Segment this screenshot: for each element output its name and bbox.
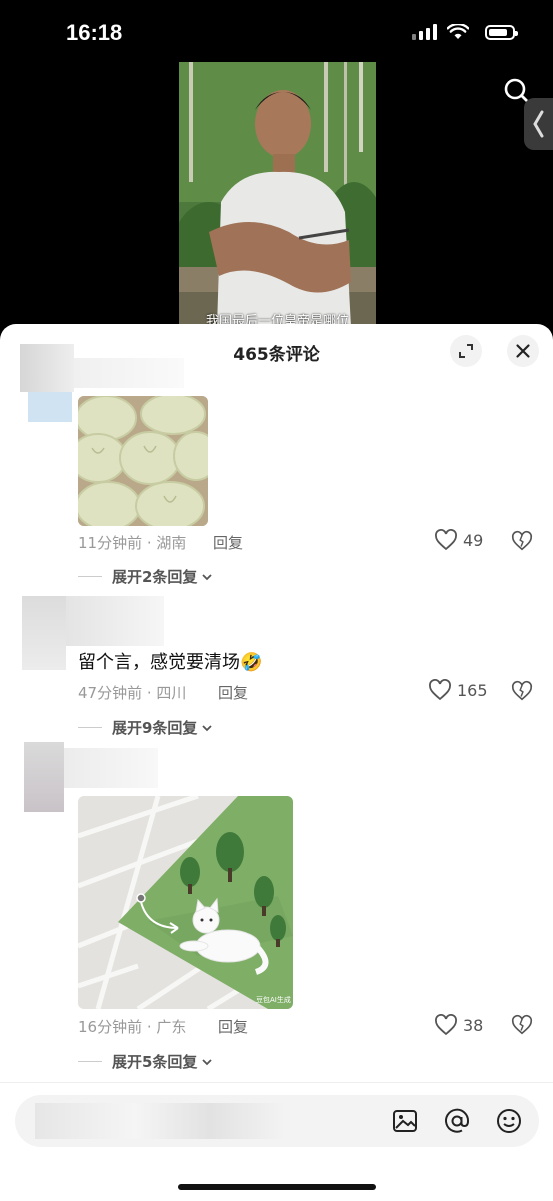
chevron-left-icon [533, 110, 544, 138]
close-icon [516, 344, 530, 358]
map-cat-illustration: 豆包AI生成 [78, 796, 293, 1009]
comment-time-location: 11分钟前 · 湖南 [78, 534, 187, 552]
mention-icon[interactable] [442, 1106, 472, 1136]
comment-time-location: 47分钟前 · 四川 [78, 684, 187, 702]
commenter-badge [28, 392, 72, 422]
expand-icon [459, 344, 473, 358]
expand-replies-label: 展开9条回复 [112, 719, 198, 737]
status-time: 16:18 [66, 20, 123, 45]
reply-button[interactable]: 回复 [213, 532, 243, 553]
status-bar: 16:18 [0, 0, 553, 64]
like-button[interactable]: 38 [434, 1014, 483, 1036]
commenter-name[interactable] [74, 358, 184, 388]
close-button[interactable] [507, 335, 539, 367]
laughing-emoji: 🤣 [240, 652, 263, 673]
reply-button[interactable]: 回复 [218, 682, 248, 703]
chevron-down-icon [202, 573, 213, 580]
video-frame-image [179, 62, 376, 327]
blurred-input-text [35, 1103, 285, 1139]
home-indicator [178, 1184, 376, 1190]
commenter-avatar[interactable] [24, 742, 64, 812]
wifi-icon [447, 24, 469, 39]
expand-replies-label: 展开5条回复 [112, 1053, 198, 1071]
broken-heart-icon[interactable] [511, 1014, 533, 1036]
comment-image[interactable]: 豆包AI生成 [78, 796, 293, 1009]
broken-heart-icon[interactable] [511, 680, 533, 702]
commenter-name[interactable] [64, 748, 158, 788]
steamed-buns-image [78, 396, 208, 526]
like-count: 165 [457, 680, 488, 700]
reply-button[interactable]: 回复 [218, 1016, 248, 1037]
comment-image[interactable] [78, 396, 208, 526]
comment-text: 留个言，感觉要清场🤣 [78, 648, 262, 674]
ai-generated-watermark: 豆包AI生成 [256, 995, 291, 1004]
status-icons [412, 24, 518, 40]
comment-time-location: 16分钟前 · 广东 [78, 1018, 187, 1036]
cellular-signal-icon [412, 24, 437, 40]
expand-replies-button[interactable]: 展开9条回复 [78, 717, 214, 738]
expand-sheet-button[interactable] [450, 335, 482, 367]
like-count: 38 [463, 1015, 484, 1035]
chevron-down-icon [202, 1058, 213, 1065]
video-player[interactable]: 我国最后一位皇帝是哪位 [179, 62, 376, 327]
expand-replies-button[interactable]: 展开5条回复 [78, 1051, 214, 1072]
heart-icon [435, 1014, 457, 1036]
emoji-icon[interactable] [494, 1106, 524, 1136]
commenter-avatar[interactable] [20, 344, 74, 392]
expand-replies-button[interactable]: 展开2条回复 [78, 566, 214, 587]
broken-heart-icon[interactable] [511, 530, 533, 552]
like-button[interactable]: 165 [428, 679, 488, 701]
expand-replies-label: 展开2条回复 [112, 568, 198, 586]
chevron-down-icon [202, 724, 213, 731]
heart-icon [429, 679, 451, 701]
battery-icon [485, 24, 518, 40]
commenter-name[interactable] [66, 596, 164, 646]
like-button[interactable]: 49 [434, 529, 483, 551]
side-panel-handle[interactable] [524, 98, 553, 150]
comment-input-bar [0, 1082, 553, 1201]
like-count: 49 [463, 530, 484, 550]
heart-icon [435, 529, 457, 551]
image-icon[interactable] [390, 1106, 420, 1136]
comments-sheet: 465条评论 11分钟前 · 湖南 回复 49 展开2条回复 留个言，感觉要清场… [0, 324, 553, 1200]
commenter-avatar[interactable] [22, 596, 66, 670]
comment-text-content: 留个言，感觉要清场 [78, 652, 240, 673]
